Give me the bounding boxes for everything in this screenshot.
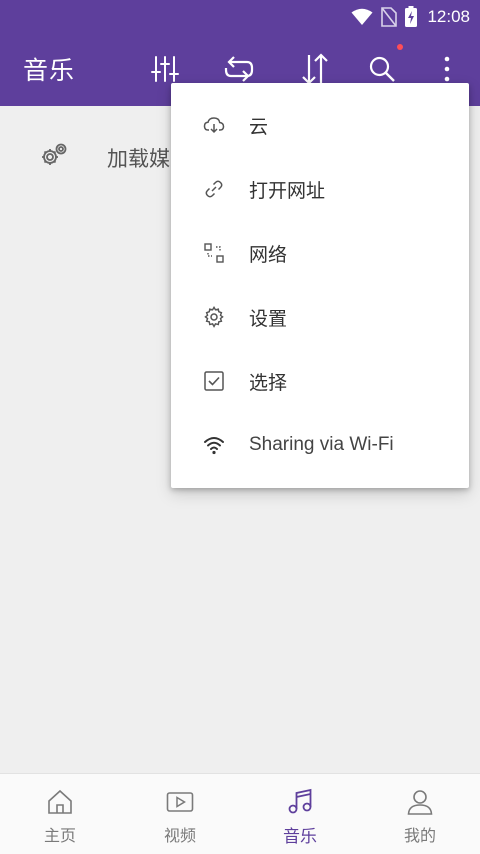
sort-icon	[302, 53, 328, 85]
search-button[interactable]	[364, 44, 403, 87]
wifi-icon	[351, 8, 373, 25]
sort-button[interactable]	[297, 51, 333, 87]
cloud-download-icon	[203, 117, 225, 134]
menu-item-open-url[interactable]: 打开网址	[171, 157, 469, 221]
nav-label: 主页	[43, 826, 76, 845]
nav-label: 我的	[403, 826, 436, 845]
menu-item-label: 云	[249, 115, 269, 138]
repeat-button[interactable]	[221, 51, 257, 87]
menu-item-label: 打开网址	[249, 179, 326, 202]
repeat-icon	[224, 56, 254, 82]
status-time: 12:08	[427, 6, 470, 26]
menu-item-label: 设置	[249, 307, 288, 330]
gear-icon	[204, 306, 224, 328]
search-badge-dot	[397, 44, 403, 50]
network-icon	[204, 243, 224, 263]
gears-icon	[42, 143, 67, 165]
nav-item-home[interactable]: 主页	[0, 774, 120, 854]
search-icon	[369, 56, 395, 82]
link-icon	[205, 180, 223, 198]
menu-item-sharing-wifi[interactable]: Sharing via Wi-Fi	[171, 413, 469, 477]
load-media-label: 加载媒	[107, 147, 170, 171]
nav-item-music[interactable]: 音乐	[240, 774, 360, 854]
status-bar: 12:08	[0, 0, 480, 33]
menu-item-select[interactable]: 选择	[171, 349, 469, 413]
more-vert-icon	[444, 56, 450, 82]
wifi-icon	[204, 437, 224, 455]
no-sim-icon	[381, 6, 398, 27]
equalizer-icon	[151, 56, 179, 82]
video-icon	[166, 792, 194, 812]
checkbox-icon	[204, 371, 224, 391]
nav-label: 视频	[163, 826, 196, 845]
music-note-icon	[288, 788, 312, 814]
menu-item-cloud[interactable]: 云	[171, 93, 469, 157]
menu-item-label: Sharing via Wi-Fi	[249, 434, 394, 455]
menu-item-settings[interactable]: 设置	[171, 285, 469, 349]
nav-item-video[interactable]: 视频	[120, 774, 240, 854]
home-icon	[48, 789, 72, 814]
more-options-button[interactable]	[429, 51, 465, 87]
page-title: 音乐	[23, 56, 76, 85]
equalizer-button[interactable]	[147, 51, 183, 87]
bottom-nav: 主页 视频 音乐 我的	[0, 773, 480, 854]
overflow-menu: 云 打开网址 网络 设置 选择 Sharing via Wi-Fi	[171, 83, 469, 488]
battery-charging-icon	[405, 6, 418, 27]
menu-item-label: 选择	[249, 371, 288, 394]
nav-label: 音乐	[283, 827, 317, 847]
menu-item-network[interactable]: 网络	[171, 221, 469, 285]
nav-item-me[interactable]: 我的	[360, 774, 480, 854]
menu-item-label: 网络	[249, 243, 288, 266]
person-icon	[407, 790, 433, 815]
status-icons: 12:08	[351, 6, 470, 27]
